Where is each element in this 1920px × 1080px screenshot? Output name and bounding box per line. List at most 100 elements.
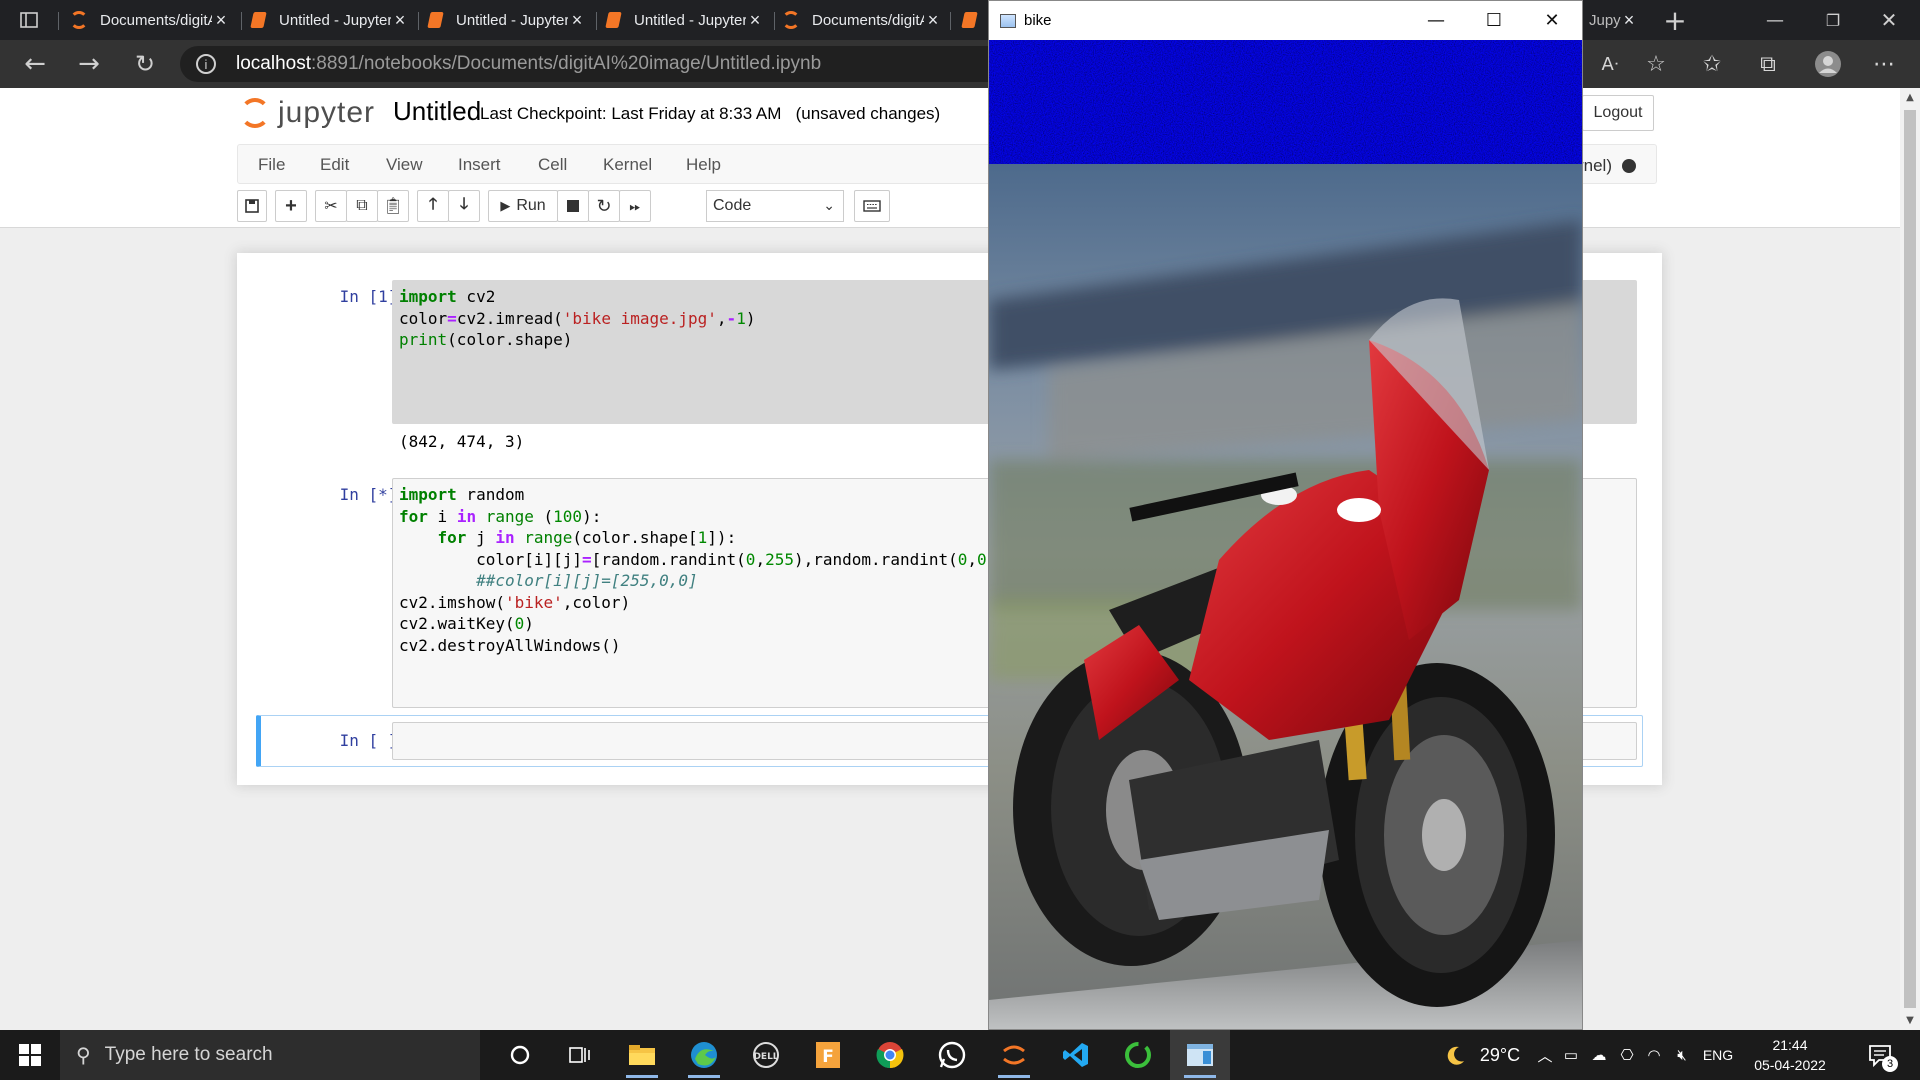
info-icon[interactable]: i bbox=[196, 54, 216, 74]
browser-address-bar: ← → ↻ i localhost :8891/notebooks/Docume… bbox=[0, 40, 1920, 88]
close-icon[interactable]: ✕ bbox=[1523, 1, 1581, 40]
interrupt-button[interactable] bbox=[557, 190, 589, 222]
insert-cell-button[interactable]: + bbox=[275, 190, 307, 222]
maximize-icon[interactable]: ☐ bbox=[1465, 1, 1523, 40]
language-indicator[interactable]: ENG bbox=[1698, 1030, 1738, 1080]
menu-help[interactable]: Help bbox=[686, 155, 721, 175]
notification-center-icon[interactable]: 3 bbox=[1858, 1030, 1902, 1080]
wifi-icon[interactable]: ◠ bbox=[1640, 1030, 1668, 1080]
office-app-icon[interactable]: F bbox=[798, 1030, 858, 1080]
scroll-down-icon[interactable]: ▼ bbox=[1900, 1015, 1920, 1026]
menu-view[interactable]: View bbox=[386, 155, 423, 175]
close-icon[interactable]: × bbox=[391, 10, 409, 31]
windows-logo-icon bbox=[19, 1044, 41, 1066]
jupyter-logo[interactable]: jupyter bbox=[240, 96, 375, 130]
device-icon[interactable]: ⎔ bbox=[1614, 1030, 1640, 1080]
chrome-icon[interactable] bbox=[860, 1030, 920, 1080]
close-icon[interactable]: × bbox=[1620, 10, 1638, 31]
forward-icon[interactable]: → bbox=[72, 47, 106, 81]
weather-moon-icon[interactable] bbox=[1440, 1030, 1470, 1080]
search-icon: ⚲ bbox=[76, 1044, 91, 1067]
notification-badge: 3 bbox=[1882, 1056, 1898, 1072]
jupyter-logo-icon bbox=[70, 11, 88, 29]
close-icon[interactable]: × bbox=[746, 10, 764, 31]
menu-edit[interactable]: Edit bbox=[320, 155, 349, 175]
collections-icon[interactable]: ⧉ bbox=[1752, 48, 1784, 80]
file-explorer-icon[interactable] bbox=[612, 1030, 672, 1080]
clock-date: 05-04-2022 bbox=[1754, 1057, 1826, 1073]
favorite-star-icon[interactable]: ☆ bbox=[1640, 48, 1672, 80]
clock[interactable]: 21:44 05-04-2022 bbox=[1742, 1030, 1838, 1080]
dell-icon[interactable]: DELL bbox=[736, 1030, 796, 1080]
cell-type-select[interactable]: Code ⌄ bbox=[706, 190, 844, 222]
paste-button[interactable]: 📋︎ bbox=[377, 190, 409, 222]
logout-button[interactable]: Logout bbox=[1582, 95, 1654, 131]
tab-title: Documents/digitAI image/ bbox=[812, 11, 924, 29]
copy-button[interactable]: ⧉ bbox=[346, 190, 378, 222]
back-icon[interactable]: ← bbox=[18, 47, 52, 81]
start-button[interactable] bbox=[0, 1030, 60, 1080]
python-window-icon[interactable] bbox=[1170, 1030, 1230, 1080]
window-title-bar[interactable]: bike — ☐ ✕ bbox=[989, 1, 1582, 40]
new-tab-icon[interactable]: + bbox=[1658, 3, 1692, 37]
close-icon[interactable]: × bbox=[568, 10, 586, 31]
browser-tab[interactable] bbox=[952, 4, 992, 36]
save-button[interactable] bbox=[237, 190, 267, 222]
menu-kernel[interactable]: Kernel bbox=[603, 155, 652, 175]
more-options-icon[interactable]: ⋯ bbox=[1868, 48, 1900, 80]
restart-button[interactable]: ↻ bbox=[588, 190, 620, 222]
jupyter-app-icon[interactable] bbox=[984, 1030, 1044, 1080]
onedrive-cloud-icon[interactable]: ☁ bbox=[1584, 1030, 1614, 1080]
jupyter-logo-icon bbox=[240, 98, 270, 128]
chevron-up-icon[interactable]: ︿ bbox=[1532, 1030, 1558, 1080]
favorites-list-icon[interactable]: ✩ bbox=[1696, 48, 1728, 80]
battery-icon[interactable]: ▭ bbox=[1558, 1030, 1584, 1080]
refresh-icon[interactable]: ↻ bbox=[128, 47, 162, 81]
scrollbar-thumb[interactable] bbox=[1904, 110, 1916, 1008]
keyboard-icon bbox=[863, 200, 881, 212]
menu-insert[interactable]: Insert bbox=[458, 155, 501, 175]
kernel-busy-icon bbox=[1622, 159, 1636, 173]
read-aloud-icon[interactable]: Aᐧ bbox=[1594, 48, 1626, 80]
browser-tab[interactable]: Documents/digitAI image/ × bbox=[62, 4, 238, 36]
move-up-button[interactable]: 🡑 bbox=[417, 190, 449, 222]
tab-actions-icon[interactable] bbox=[12, 3, 46, 37]
close-window-icon[interactable]: ✕ bbox=[1872, 3, 1906, 37]
close-icon[interactable]: × bbox=[212, 10, 230, 31]
weather-temperature[interactable]: 29°C bbox=[1470, 1030, 1530, 1080]
url-path: :8891/notebooks/Documents/digitAI%20imag… bbox=[311, 53, 822, 74]
scroll-up-icon[interactable]: ▲ bbox=[1900, 92, 1920, 103]
restore-icon[interactable]: ❐ bbox=[1816, 3, 1850, 37]
run-button[interactable]: ▶ Run bbox=[488, 190, 558, 222]
close-icon[interactable]: × bbox=[924, 10, 942, 31]
task-view-icon[interactable] bbox=[550, 1030, 610, 1080]
sync-app-icon[interactable] bbox=[1108, 1030, 1168, 1080]
edge-browser-icon[interactable] bbox=[674, 1030, 734, 1080]
menu-file[interactable]: File bbox=[258, 155, 285, 175]
browser-tab[interactable]: Documents/digitAI image/ × bbox=[774, 4, 950, 36]
command-palette-button[interactable] bbox=[854, 190, 890, 222]
move-down-button[interactable]: 🡓 bbox=[448, 190, 480, 222]
cell-prompt: In [1]: bbox=[339, 287, 407, 306]
browser-tab[interactable]: Untitled - Jupyter Notebook × bbox=[596, 4, 772, 36]
speaker-muted-icon[interactable]: 🔇︎ bbox=[1668, 1030, 1696, 1080]
url-host: localhost bbox=[236, 53, 311, 74]
profile-avatar[interactable] bbox=[1812, 48, 1844, 80]
notebook-title[interactable]: Untitled bbox=[393, 96, 481, 127]
cut-button[interactable]: ✂ bbox=[315, 190, 347, 222]
restart-run-all-button[interactable]: ⏩︎ bbox=[619, 190, 651, 222]
tab-close-area[interactable]: × bbox=[1620, 4, 1650, 36]
paste-icon: 📋︎ bbox=[382, 198, 404, 215]
browser-tab[interactable]: Untitled - Jupyter Notebook × bbox=[241, 4, 417, 36]
tab-title: Untitled - Jupyter Notebook bbox=[456, 11, 568, 29]
window-app-icon bbox=[1000, 13, 1016, 28]
cortana-icon[interactable] bbox=[490, 1030, 550, 1080]
browser-tab[interactable]: Untitled - Jupyter Notebook × bbox=[418, 4, 594, 36]
menu-cell[interactable]: Cell bbox=[538, 155, 567, 175]
minimize-icon[interactable]: — bbox=[1407, 1, 1465, 40]
whatsapp-icon[interactable] bbox=[922, 1030, 982, 1080]
vscode-icon[interactable] bbox=[1046, 1030, 1106, 1080]
taskbar-search[interactable]: ⚲ Type here to search bbox=[60, 1030, 480, 1080]
page-scrollbar[interactable]: ▲ ▼ bbox=[1900, 88, 1920, 1030]
minimize-icon[interactable]: — bbox=[1758, 3, 1792, 37]
